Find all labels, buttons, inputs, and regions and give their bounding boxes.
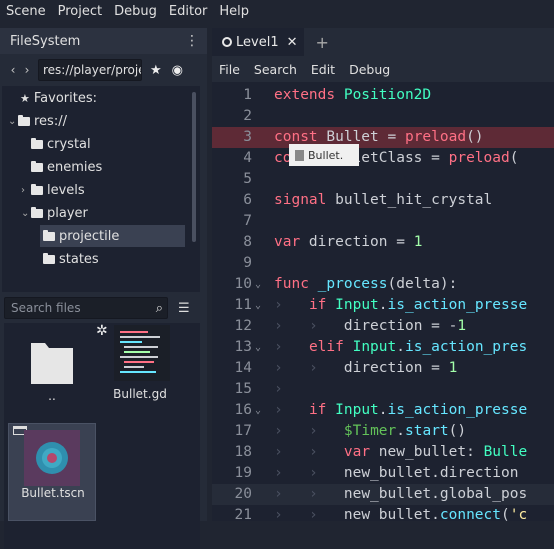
- code-line: 12 › › direction = -1: [234, 318, 467, 334]
- code-area[interactable]: 1 extends Position2D 2 3 const Bullet = pr…: [212, 84, 554, 521]
- code-line: 21 › › new_bullet.connect('c: [234, 507, 528, 521]
- code-line: 14 › › direction = 1: [234, 360, 458, 376]
- scene-icon: [24, 430, 80, 486]
- editor-menu-search[interactable]: Search: [247, 62, 304, 77]
- code-line: 18 › › var new_bullet: Bulle: [234, 444, 528, 460]
- filesystem-tree: ★ Favorites: ⌄ res:// crystal enemies › …: [2, 86, 200, 292]
- code-line: 6 signal bullet_hit_crystal: [243, 192, 493, 208]
- code-line-current: 20 › › new_bullet.global_pos: [212, 484, 554, 505]
- code-line: 10 ⌄ func _process(delta):: [234, 276, 458, 292]
- folder-icon: [31, 137, 43, 149]
- search-placeholder: Search files: [11, 301, 81, 315]
- menu-editor[interactable]: Editor: [163, 4, 213, 19]
- tab-label: Level1: [236, 34, 279, 50]
- menu-scene[interactable]: Scene: [0, 4, 52, 19]
- favorite-star-icon[interactable]: ★: [150, 63, 162, 78]
- code-line: 19 › › new_bullet.direction: [234, 465, 519, 481]
- tree-item-states[interactable]: states: [43, 248, 99, 270]
- list-view-icon[interactable]: ☰: [178, 301, 190, 316]
- star-icon: ★: [20, 91, 30, 105]
- chevron-down-icon[interactable]: ⌄: [8, 116, 18, 127]
- tree-item-res[interactable]: ⌄ res://: [8, 110, 67, 132]
- tree-item-label: enemies: [47, 159, 103, 175]
- folder-icon: [31, 343, 73, 384]
- scene-root-icon: [222, 37, 232, 47]
- code-line: 8 var direction = 1: [243, 234, 423, 250]
- tree-item-enemies[interactable]: enemies: [31, 156, 102, 178]
- folder-icon: [43, 229, 55, 241]
- eye-icon[interactable]: ◉: [172, 63, 183, 78]
- script-editor: Level1 ✕ + File Search Edit Debug 1 exten…: [212, 28, 554, 521]
- code-line-error: 3 const Bullet = preload(): [212, 127, 554, 148]
- filesystem-title: FileSystem: [10, 33, 81, 49]
- tree-item-player[interactable]: ⌄ player: [21, 202, 88, 224]
- tree-item-label: player: [47, 205, 88, 221]
- editor-menu-edit[interactable]: Edit: [304, 62, 342, 77]
- drag-tooltip: Bullet.: [289, 144, 359, 166]
- forward-icon[interactable]: ›: [20, 63, 34, 77]
- back-icon[interactable]: ‹: [6, 63, 20, 77]
- path-field[interactable]: res://player/proje: [38, 59, 142, 81]
- tree-item-label: crystal: [47, 136, 91, 152]
- add-tab-icon[interactable]: +: [316, 33, 329, 52]
- tooltip-label: Bullet.: [308, 148, 344, 162]
- folder-icon: [31, 206, 43, 218]
- folder-icon: [31, 160, 43, 172]
- menu-bar: Scene Project Debug Editor Help: [0, 0, 554, 22]
- search-icon: ⌕: [155, 301, 163, 316]
- file-label: Bullet.tscn: [21, 486, 85, 500]
- file-item-parent[interactable]: ..: [8, 329, 96, 409]
- code-line: 1 extends Position2D: [243, 87, 432, 103]
- tree-item-label: states: [59, 251, 99, 267]
- folder-icon: [31, 183, 43, 195]
- code-line: 17 › › $Timer.start(): [234, 423, 467, 439]
- close-icon[interactable]: ✕: [287, 35, 298, 50]
- chevron-right-icon[interactable]: ›: [21, 185, 31, 196]
- menu-project[interactable]: Project: [52, 4, 108, 19]
- file-item-bullet-tscn[interactable]: Bullet.tscn: [8, 423, 96, 521]
- code-line: 15 ›: [234, 381, 283, 397]
- folder-icon: [43, 252, 55, 264]
- code-line: 4const BulletClass = preload(: [243, 150, 519, 166]
- editor-menu-debug[interactable]: Debug: [342, 62, 397, 77]
- file-label: ..: [48, 389, 56, 403]
- tree-item-projectile[interactable]: projectile: [40, 225, 185, 247]
- file-grid: .. ✲ Bullet.gd Bullet.tscn: [4, 323, 200, 549]
- code-line: 13 ⌄ › elif Input.is_action_pres: [234, 339, 528, 355]
- tree-scrollbar[interactable]: [192, 92, 196, 242]
- tree-item-favorites[interactable]: ★ Favorites:: [20, 87, 97, 109]
- menu-help[interactable]: Help: [213, 4, 255, 19]
- code-line: 5: [243, 171, 252, 187]
- file-label: Bullet.gd: [113, 387, 167, 401]
- script-icon: [295, 149, 304, 161]
- editor-menu-file[interactable]: File: [212, 62, 247, 77]
- editor-tab-bar: Level1 ✕ +: [212, 28, 554, 56]
- code-line: 16 ⌄ › if Input.is_action_presse: [234, 402, 528, 418]
- code-line: 11 ⌄ › if Input.is_action_presse: [234, 297, 528, 313]
- tree-item-levels[interactable]: › levels: [21, 179, 85, 201]
- kebab-menu-icon[interactable]: ⋮: [185, 33, 199, 49]
- tree-item-label: projectile: [59, 228, 120, 244]
- filesystem-title-bar: FileSystem ⋮: [0, 28, 207, 54]
- menu-debug[interactable]: Debug: [108, 4, 163, 19]
- script-icon: [114, 325, 170, 381]
- tree-item-label: levels: [47, 182, 85, 198]
- chevron-down-icon[interactable]: ⌄: [21, 208, 31, 219]
- tab-level1[interactable]: Level1 ✕: [212, 28, 304, 56]
- filesystem-dock: FileSystem ⋮ ‹ › res://player/proje ★ ◉ …: [0, 28, 207, 549]
- folder-icon: [18, 114, 30, 126]
- search-input[interactable]: Search files ⌕: [4, 297, 168, 319]
- tree-item-label: Favorites:: [33, 90, 97, 106]
- file-item-bullet-gd[interactable]: ✲ Bullet.gd: [96, 323, 184, 403]
- filesystem-nav: ‹ › res://player/proje ★ ◉: [0, 56, 207, 84]
- code-line: 2: [243, 108, 252, 124]
- search-row: Search files ⌕ ☰: [4, 296, 204, 320]
- tree-item-label: res://: [34, 113, 67, 129]
- code-line: 7: [243, 213, 252, 229]
- editor-menu: File Search Edit Debug: [212, 56, 554, 82]
- tree-item-crystal[interactable]: crystal: [31, 133, 91, 155]
- code-line: 9: [243, 255, 252, 271]
- gear-icon: ✲: [96, 323, 108, 339]
